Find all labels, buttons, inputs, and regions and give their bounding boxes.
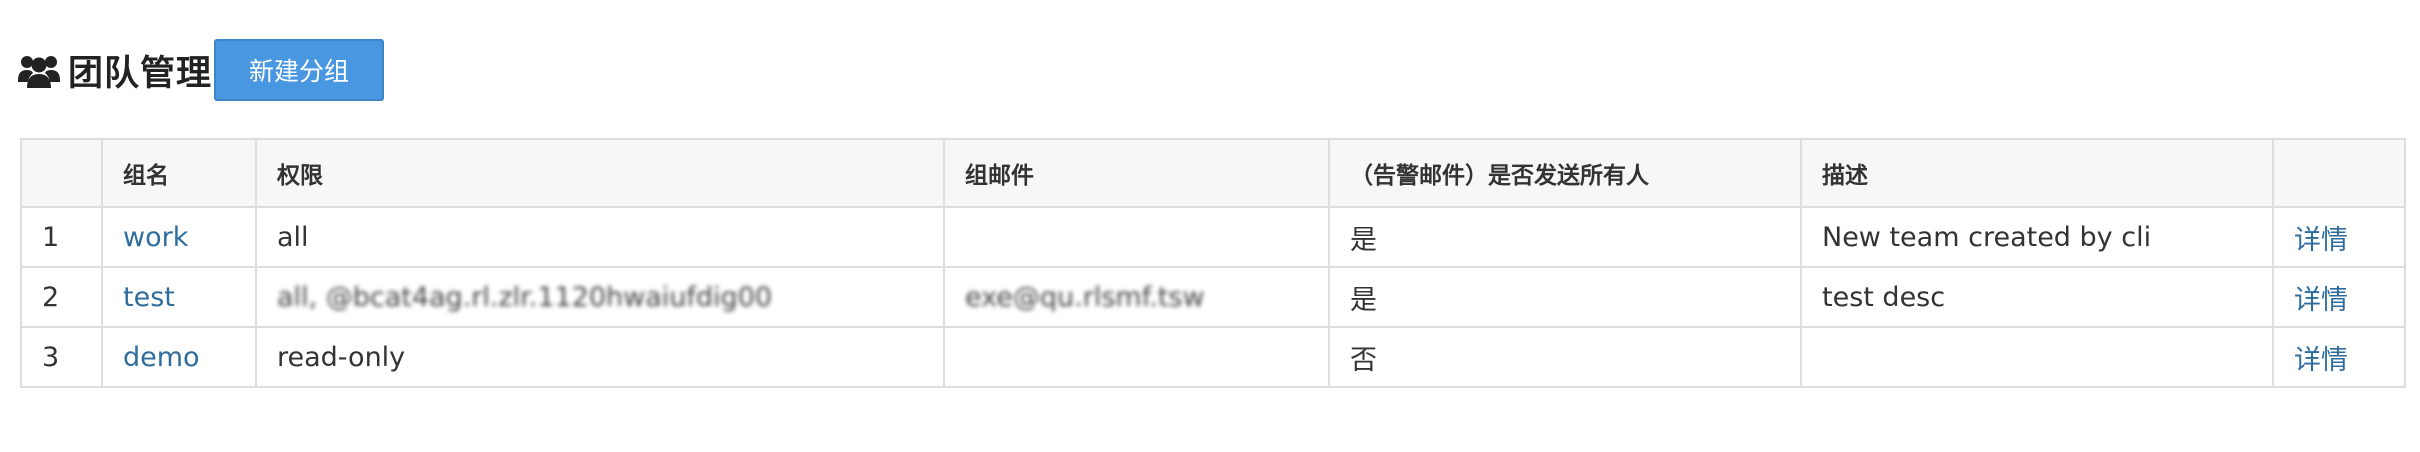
column-header-permission: 权限 — [255, 138, 945, 208]
table-row: 3 demo read-only 否 详情 — [20, 326, 2406, 388]
details-link[interactable]: 详情 — [2294, 345, 2348, 376]
group-name-link[interactable]: work — [123, 222, 188, 253]
send-all-cell: 否 — [1328, 326, 1802, 388]
action-cell: 详情 — [2272, 326, 2406, 388]
column-header-description: 描述 — [1800, 138, 2274, 208]
page-header: 团队管理 新建分组 — [18, 38, 385, 102]
row-index: 3 — [20, 326, 103, 388]
description-cell: New team created by cli — [1800, 206, 2274, 268]
email-cell — [943, 326, 1330, 388]
group-name-link[interactable]: demo — [123, 342, 200, 373]
column-header-email: 组邮件 — [943, 138, 1330, 208]
permission-cell: all — [255, 206, 945, 268]
groups-table: 组名 权限 组邮件 （告警邮件）是否发送所有人 描述 1 work all 是 … — [20, 138, 2406, 388]
description-cell — [1800, 326, 2274, 388]
action-cell: 详情 — [2272, 206, 2406, 268]
users-icon — [18, 52, 60, 88]
email-cell — [943, 206, 1330, 268]
group-name-link[interactable]: test — [123, 282, 175, 313]
column-header-index — [20, 138, 103, 208]
table-row: 2 test all, @bcat4ag.rl.zlr.1120hwaiufdi… — [20, 266, 2406, 328]
group-name-cell: test — [101, 266, 257, 328]
row-index: 1 — [20, 206, 103, 268]
send-all-cell: 是 — [1328, 206, 1802, 268]
page-title: 团队管理 — [68, 53, 213, 94]
permission-cell: all, @bcat4ag.rl.zlr.1120hwaiufdig00 — [255, 266, 945, 328]
details-link[interactable]: 详情 — [2294, 285, 2348, 316]
email-cell: exe@qu.rlsmf.tsw — [943, 266, 1330, 328]
column-header-send-all: （告警邮件）是否发送所有人 — [1328, 138, 1802, 208]
action-cell: 详情 — [2272, 266, 2406, 328]
group-name-cell: work — [101, 206, 257, 268]
row-index: 2 — [20, 266, 103, 328]
column-header-action — [2272, 138, 2406, 208]
email-text-blurred: exe@qu.rlsmf.tsw — [965, 281, 1205, 313]
permission-text-blurred: all, @bcat4ag.rl.zlr.1120hwaiufdig00 — [277, 281, 773, 313]
table-header-row: 组名 权限 组邮件 （告警邮件）是否发送所有人 描述 — [20, 138, 2406, 208]
group-name-cell: demo — [101, 326, 257, 388]
details-link[interactable]: 详情 — [2294, 225, 2348, 256]
send-all-cell: 是 — [1328, 266, 1802, 328]
column-header-name: 组名 — [101, 138, 257, 208]
table-row: 1 work all 是 New team created by cli 详情 — [20, 206, 2406, 268]
permission-cell: read-only — [255, 326, 945, 388]
description-cell: test desc — [1800, 266, 2274, 328]
new-group-button[interactable]: 新建分组 — [214, 39, 385, 101]
